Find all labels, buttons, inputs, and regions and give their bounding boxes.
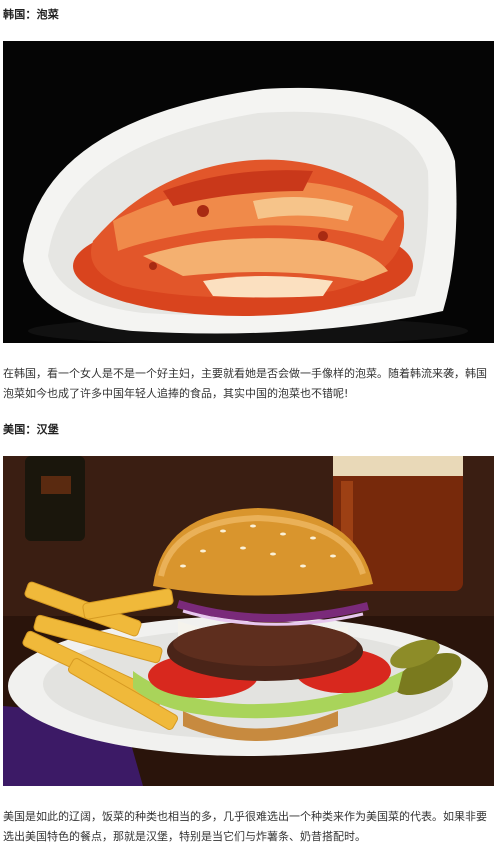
section-heading-korea: 韩国：泡菜 — [3, 8, 59, 21]
burger-illustration — [3, 456, 494, 786]
kimchi-photo — [3, 41, 494, 343]
section-heading-usa: 美国：汉堡 — [3, 423, 59, 436]
kimchi-illustration — [3, 41, 494, 343]
section-paragraph-usa: 美国是如此的辽阔，饭菜的种类也相当的多，几乎很难选出一个种类来作为美国菜的代表。… — [3, 810, 487, 843]
burger-photo — [3, 456, 494, 786]
section-paragraph-korea: 在韩国，看一个女人是不是一个好主妇，主要就看她是否会做一手像样的泡菜。随着韩流来… — [3, 367, 487, 400]
